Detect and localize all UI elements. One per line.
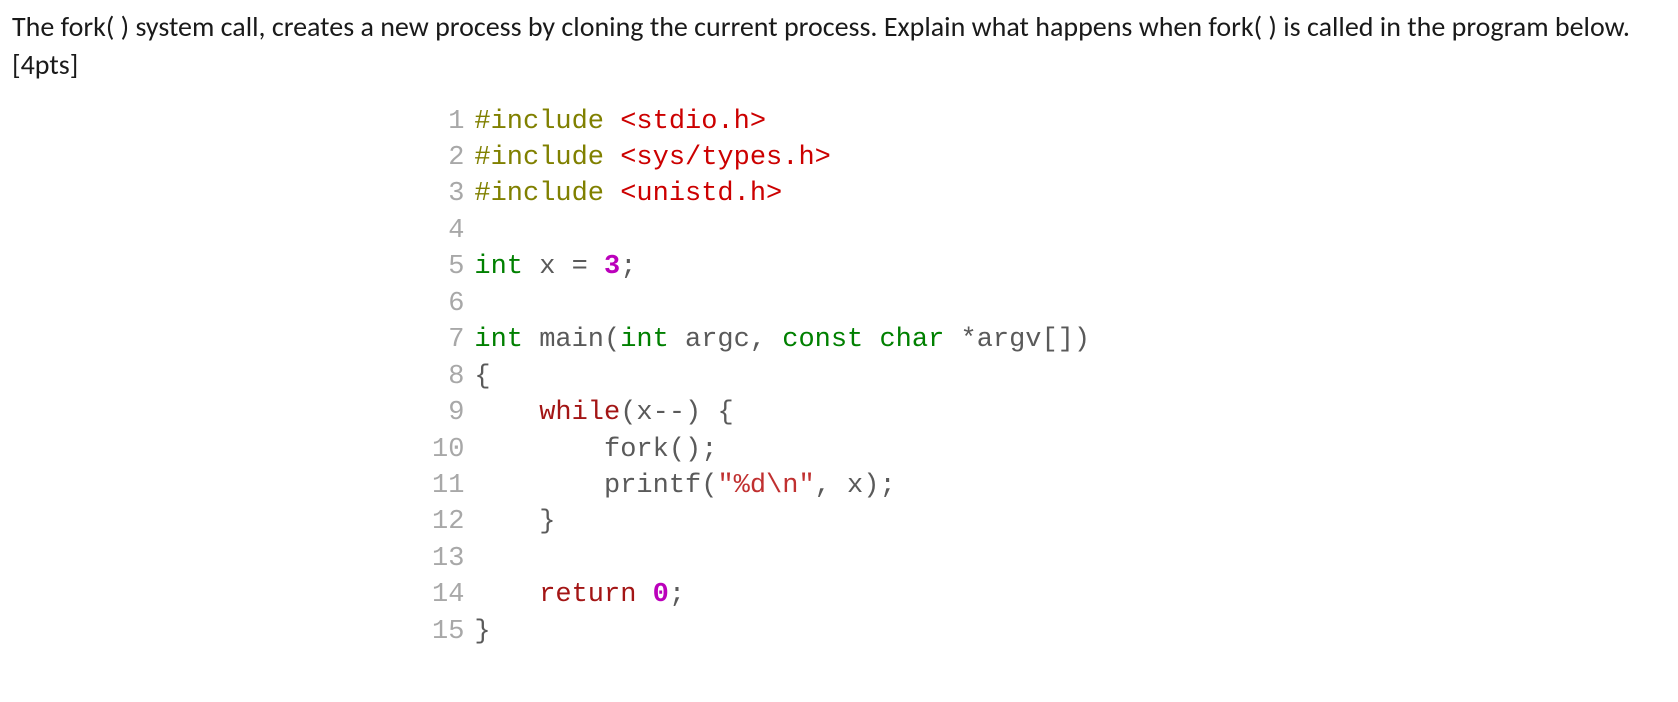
code-token — [944, 325, 960, 355]
line-number: 11 — [432, 468, 464, 504]
line-number: 1 — [432, 104, 464, 140]
code-token — [588, 252, 604, 282]
code-token: 0 — [653, 580, 669, 610]
code-token: } — [474, 617, 490, 647]
line-number: 14 — [432, 577, 464, 613]
line-number: 15 — [432, 614, 464, 650]
code-token — [474, 507, 539, 537]
code-token: ) — [685, 398, 701, 428]
code-token: main — [539, 325, 604, 355]
line-number: 8 — [432, 359, 464, 395]
code-block: 1 #include <stdio.h> 2 #include <sys/types.… — [432, 104, 1666, 651]
code-token — [636, 580, 652, 610]
code-token — [474, 435, 604, 465]
code-line: 15} — [432, 614, 1666, 650]
code-token: ; — [669, 580, 685, 610]
code-token — [474, 580, 539, 610]
line-number: 7 — [432, 322, 464, 358]
code-token: argv — [977, 325, 1042, 355]
code-line: 5 int x = 3; — [432, 249, 1666, 285]
code-token: ; — [701, 435, 717, 465]
code-token — [523, 325, 539, 355]
code-token: ] — [1058, 325, 1074, 355]
code-token: -- — [653, 398, 685, 428]
code-line: 4 — [432, 213, 1666, 249]
code-token: " — [798, 471, 814, 501]
line-number: 13 — [432, 541, 464, 577]
code-token: \n — [766, 471, 798, 501]
line-number: 12 — [432, 504, 464, 540]
line-number: 4 — [432, 213, 464, 249]
code-token: , — [815, 471, 831, 501]
code-token: { — [717, 398, 733, 428]
code-line: 12 } — [432, 504, 1666, 540]
code-token: fork — [604, 435, 669, 465]
code-line: 1 #include <stdio.h> — [432, 104, 1666, 140]
code-line: 9 while(x--) { — [432, 395, 1666, 431]
code-token: printf — [604, 471, 701, 501]
code-line: 14 return 0; — [432, 577, 1666, 613]
code-token: while — [539, 398, 620, 428]
code-token: = — [572, 252, 588, 282]
code-line: 2 #include <sys/types.h> — [432, 140, 1666, 176]
code-line: 3 #include <unistd.h> — [432, 176, 1666, 212]
code-token: ) — [1074, 325, 1090, 355]
code-token: ; — [879, 471, 895, 501]
code-token: int — [620, 325, 669, 355]
code-line: 10 fork(); — [432, 432, 1666, 468]
code-token: int — [474, 325, 523, 355]
code-token: , — [750, 325, 766, 355]
code-token: "%d — [717, 471, 766, 501]
code-token: x — [636, 398, 652, 428]
code-token — [766, 325, 782, 355]
code-token: ( — [604, 325, 620, 355]
code-token: 3 — [604, 252, 620, 282]
line-number: 10 — [432, 432, 464, 468]
code-line: 6 — [432, 286, 1666, 322]
code-line: 11 printf("%d\n", x); — [432, 468, 1666, 504]
line-number: 3 — [432, 176, 464, 212]
code-token — [701, 398, 717, 428]
code-token: #include — [474, 143, 620, 173]
code-token — [474, 471, 604, 501]
code-token: ( — [669, 435, 685, 465]
line-number: 6 — [432, 286, 464, 322]
code-token: argc — [669, 325, 750, 355]
code-token: <unistd.h> — [620, 179, 782, 209]
code-token: x — [523, 252, 572, 282]
code-token: ( — [701, 471, 717, 501]
code-token: #include — [474, 179, 620, 209]
line-number: 2 — [432, 140, 464, 176]
code-token: <stdio.h> — [620, 107, 766, 137]
code-token: char — [879, 325, 944, 355]
code-token: const — [782, 325, 863, 355]
code-token — [863, 325, 879, 355]
code-token: return — [539, 580, 636, 610]
code-token: { — [474, 362, 490, 392]
code-line: 8{ — [432, 359, 1666, 395]
code-token: [ — [1042, 325, 1058, 355]
code-token: ; — [620, 252, 636, 282]
code-token: ( — [620, 398, 636, 428]
code-token: int — [474, 252, 523, 282]
line-number: 9 — [432, 395, 464, 431]
code-token: #include — [474, 107, 620, 137]
code-token: ) — [863, 471, 879, 501]
code-token: <sys/types.h> — [620, 143, 831, 173]
code-token — [474, 398, 539, 428]
code-token: x — [831, 471, 863, 501]
line-number: 5 — [432, 249, 464, 285]
code-line: 7int main(int argc, const char *argv[]) — [432, 322, 1666, 358]
code-line: 13 — [432, 541, 1666, 577]
code-token: ) — [685, 435, 701, 465]
question-text: The fork( ) system call, creates a new p… — [12, 8, 1666, 84]
code-token: * — [960, 325, 976, 355]
code-token: } — [539, 507, 555, 537]
